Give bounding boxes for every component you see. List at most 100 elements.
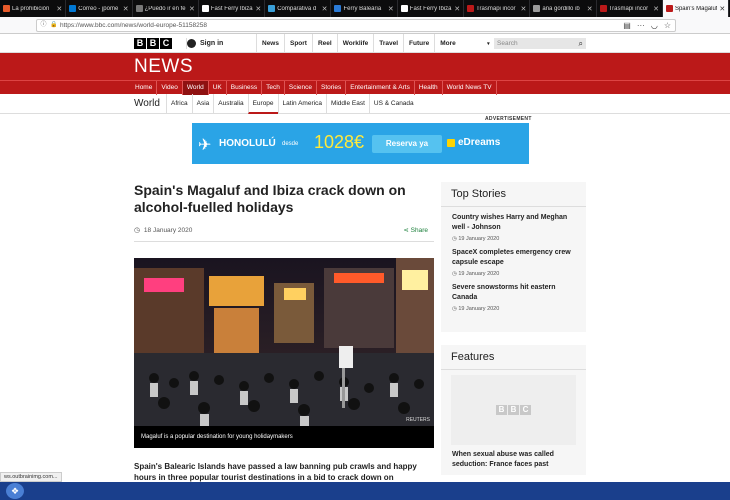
bbc-placeholder-logo: B B C <box>496 405 531 415</box>
edreams-logo-icon <box>447 138 455 147</box>
lock-icon: 🔒 <box>50 21 58 28</box>
features-panel: Features B B C When sexual abuse was cal… <box>441 345 586 475</box>
more-actions-icon[interactable]: ··· <box>637 21 645 30</box>
subnav-item[interactable]: Africa <box>166 94 192 114</box>
tab-favicon-icon <box>533 5 541 12</box>
browser-tab[interactable]: Spain's Magaluf ✕ <box>662 0 730 17</box>
subnav-item[interactable]: Latin America <box>277 94 326 114</box>
tab-label: Fast Ferry Ibiza <box>409 5 452 12</box>
features-title: Features <box>441 345 586 370</box>
reader-view-icon[interactable]: ▤ <box>623 21 631 30</box>
feature-link[interactable]: When sexual abuse was called seduction: … <box>441 450 586 470</box>
browser-tab[interactable]: Trasmapi incor ✕ <box>464 0 531 17</box>
close-tab-icon[interactable]: ✕ <box>719 5 725 13</box>
top-story-item[interactable]: SpaceX completes emergency crew capsule … <box>441 242 586 277</box>
ad-destination: HONOLULÚ <box>219 138 276 149</box>
tab-label: La prohibición <box>12 5 50 12</box>
close-tab-icon[interactable]: ✕ <box>123 5 129 13</box>
close-tab-icon[interactable]: ✕ <box>454 5 460 13</box>
tab-favicon-icon <box>334 5 342 12</box>
feature-image-placeholder[interactable]: B B C <box>451 375 576 445</box>
section-title[interactable]: World <box>134 98 160 109</box>
browser-tab[interactable]: Ferry Baleària ✕ <box>331 0 398 17</box>
top-nav-worklife[interactable]: Worklife <box>336 34 374 53</box>
close-tab-icon[interactable]: ✕ <box>255 5 261 13</box>
advertisement-banner[interactable]: ✈ HONOLULÚ desde 1028€ Reserva ya eDream… <box>192 123 529 164</box>
browser-tab[interactable]: Correo - jpome ✕ <box>66 0 133 17</box>
close-tab-icon[interactable]: ✕ <box>189 5 195 13</box>
image-credit: REUTERS <box>406 417 430 423</box>
subnav-item[interactable]: Middle East <box>325 94 369 114</box>
top-nav-more[interactable]: More <box>434 34 494 53</box>
close-tab-icon[interactable]: ✕ <box>56 5 62 13</box>
browser-tab[interactable]: ¿Puedo ir en fe ✕ <box>133 0 199 17</box>
news-nav-item[interactable]: UK <box>209 81 227 95</box>
top-navigation: News Sport Reel Worklife Travel Future More <box>256 34 495 53</box>
subnav-item[interactable]: Asia <box>191 94 214 114</box>
story-title[interactable]: SpaceX completes emergency crew capsule … <box>452 248 575 268</box>
clock-icon: ◷ <box>134 227 141 234</box>
tab-label: Spain's Magaluf <box>674 5 718 12</box>
top-nav-travel[interactable]: Travel <box>373 34 403 53</box>
story-title[interactable]: Severe snowstorms hit eastern Canada <box>452 283 575 303</box>
sign-in-link[interactable]: Sign in <box>186 38 223 49</box>
browser-tab[interactable]: La prohibición ✕ <box>0 0 67 17</box>
top-nav-sport[interactable]: Sport <box>283 34 312 53</box>
news-nav-item[interactable]: Video <box>157 81 183 95</box>
status-bar-url: ws.outbrainimg.com... <box>0 472 62 482</box>
news-nav-item[interactable]: Home <box>131 81 158 95</box>
search-input[interactable]: Search ⌕ <box>494 38 586 49</box>
browser-url-bar: ⓘ 🔒 https://www.bbc.com/news/world-europ… <box>0 17 730 34</box>
subnav-item[interactable]: US & Canada <box>368 94 418 114</box>
news-wordmark[interactable]: NEWS <box>134 56 193 78</box>
tab-favicon-icon <box>3 5 10 12</box>
browser-tab[interactable]: Trasmapi incor ✕ <box>597 0 663 17</box>
browser-tab[interactable]: Fast Ferry Ibiza ✕ <box>398 0 465 17</box>
close-tab-icon[interactable]: ✕ <box>322 5 328 13</box>
close-tab-icon[interactable]: ✕ <box>521 5 527 13</box>
browser-tab[interactable]: Comparativa d ✕ <box>265 0 332 17</box>
news-nav-item[interactable]: World News TV <box>443 81 497 95</box>
news-nav-item[interactable]: Stories <box>317 81 347 95</box>
start-button[interactable]: ❖ <box>6 483 24 499</box>
top-nav-reel[interactable]: Reel <box>311 34 337 53</box>
top-story-item[interactable]: Country wishes Harry and Meghan well - J… <box>441 207 586 242</box>
ad-cta-button[interactable]: Reserva ya <box>372 135 442 153</box>
pocket-icon[interactable]: ◡ <box>651 21 658 30</box>
close-tab-icon[interactable]: ✕ <box>388 5 394 13</box>
windows-taskbar: ❖ <box>0 482 730 500</box>
tab-favicon-icon <box>69 5 77 12</box>
top-story-item[interactable]: Severe snowstorms hit eastern Canada ◷ 19… <box>441 277 586 312</box>
story-title[interactable]: Country wishes Harry and Meghan well - J… <box>452 213 575 233</box>
news-nav-item[interactable]: World <box>182 81 209 95</box>
info-icon[interactable]: ⓘ <box>40 22 47 29</box>
browser-tab[interactable]: Fast Ferry Ibiza ✕ <box>199 0 266 17</box>
subnav-item[interactable]: Europe <box>247 94 278 114</box>
tab-favicon-icon <box>665 5 673 12</box>
news-nav-item[interactable]: Health <box>415 81 443 95</box>
ad-from: desde <box>282 141 299 147</box>
news-nav-item[interactable]: Business <box>227 81 263 95</box>
top-nav-news[interactable]: News <box>256 34 284 53</box>
search-icon[interactable]: ⌕ <box>579 38 583 49</box>
url-text[interactable]: https://www.bbc.com/news/world-europe-51… <box>60 22 623 29</box>
tab-favicon-icon <box>467 5 475 12</box>
subnav-item[interactable]: Australia <box>213 94 247 114</box>
tab-favicon-icon <box>400 5 408 12</box>
top-nav-future[interactable]: Future <box>403 34 434 53</box>
news-nav-item[interactable]: Science <box>285 81 317 95</box>
article-date: 18 January 2020 <box>143 227 193 234</box>
bookmark-star-icon[interactable]: ☆ <box>664 21 671 30</box>
ad-brand: eDreams <box>447 137 500 148</box>
article-headline: Spain's Magaluf and Ibiza crack down on … <box>134 182 406 215</box>
news-navigation: Home Video World UK Business Tech Science Stori… <box>0 80 730 95</box>
share-button[interactable]: ⋖ Share <box>403 226 428 234</box>
close-tab-icon[interactable]: ✕ <box>653 5 659 13</box>
address-field[interactable]: ⓘ 🔒 https://www.bbc.com/news/world-europ… <box>36 18 676 32</box>
bbc-logo[interactable]: B B C <box>134 38 172 49</box>
news-nav-item[interactable]: Entertainment & Arts <box>346 81 415 95</box>
tab-label: ana gordillo ib <box>542 5 580 12</box>
news-nav-item[interactable]: Tech <box>262 81 285 95</box>
close-tab-icon[interactable]: ✕ <box>587 5 593 13</box>
browser-tab[interactable]: ana gordillo ib ✕ <box>530 0 597 17</box>
